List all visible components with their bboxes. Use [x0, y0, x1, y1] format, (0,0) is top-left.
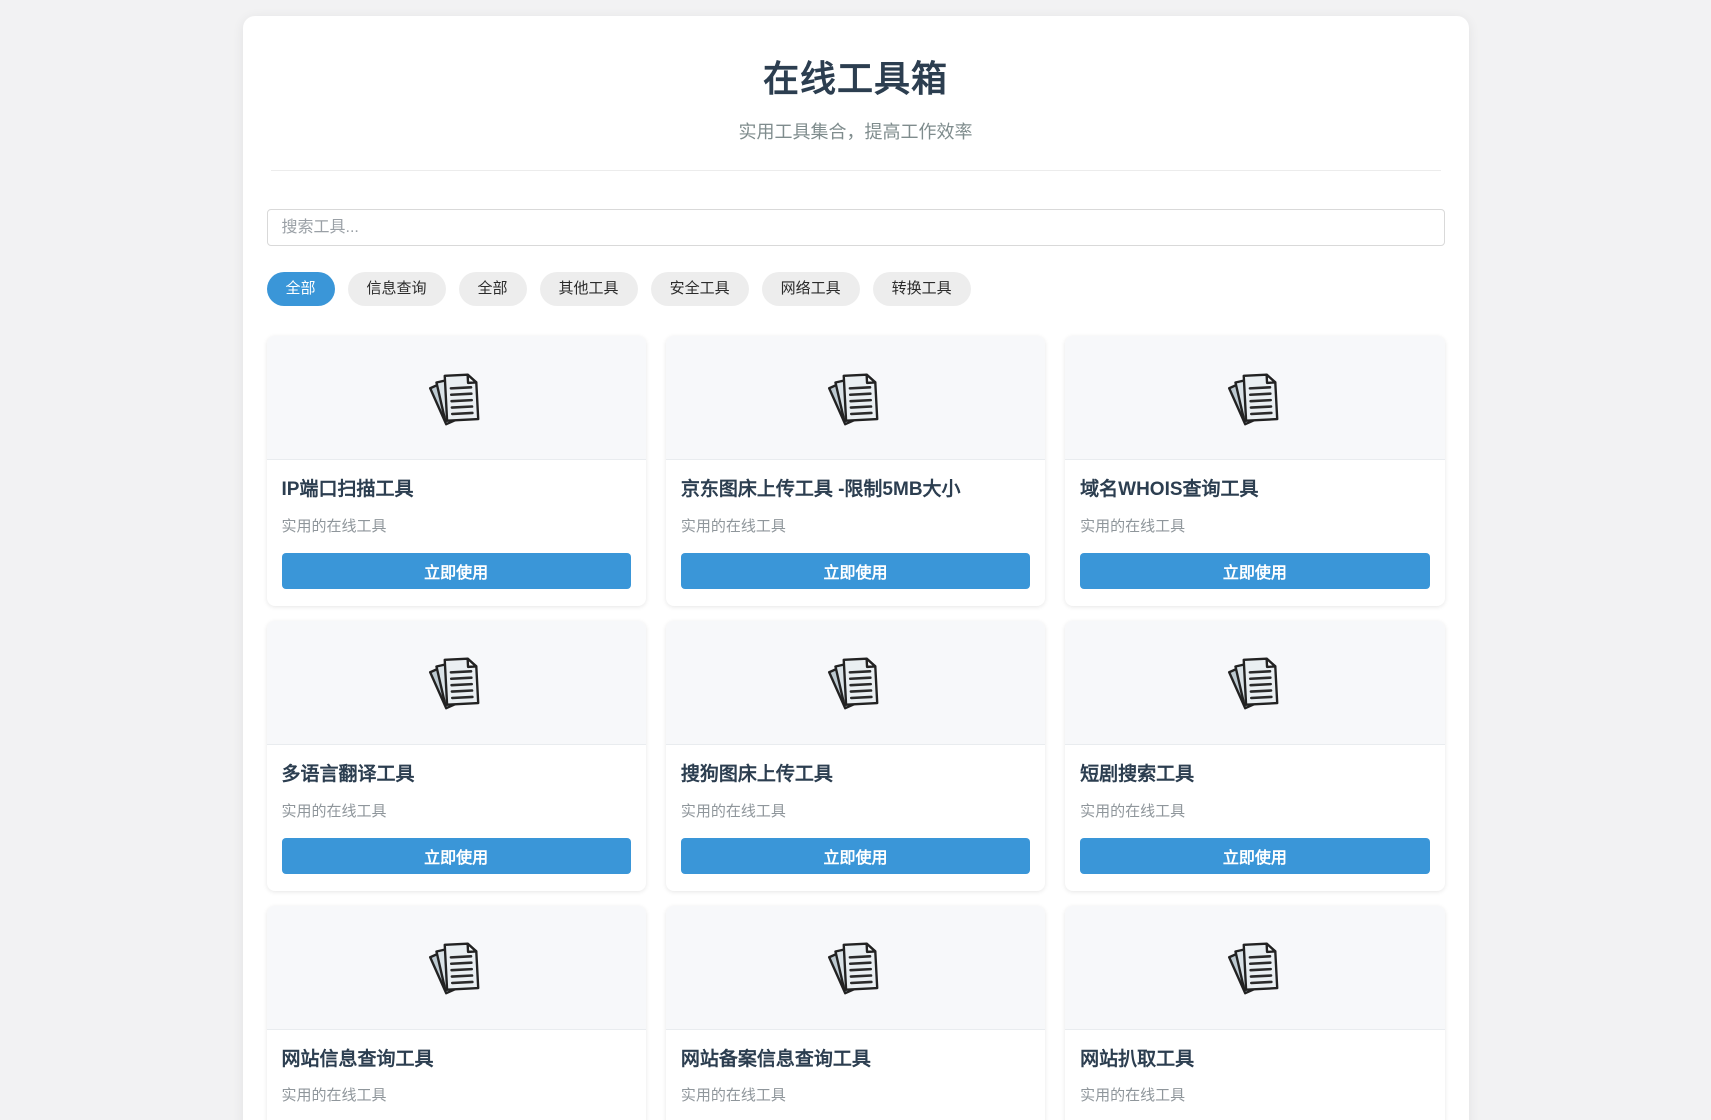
tool-card-multilingual-translate: 多语言翻译工具 实用的在线工具 立即使用	[267, 621, 646, 891]
documents-icon	[423, 649, 489, 715]
card-title: 网站扒取工具	[1080, 1048, 1429, 1072]
filter-pills: 全部 信息查询 全部 其他工具 安全工具 网络工具 转换工具	[267, 272, 1445, 306]
card-title: 网站备案信息查询工具	[681, 1048, 1030, 1072]
main-container: 在线工具箱 实用工具集合，提高工作效率 全部 信息查询 全部 其他工具 安全工具…	[243, 16, 1469, 1120]
card-description: 实用的在线工具	[681, 515, 1030, 536]
card-title: 网站信息查询工具	[282, 1048, 631, 1072]
card-title: 域名WHOIS查询工具	[1080, 478, 1429, 502]
filter-pill-all[interactable]: 全部	[267, 272, 335, 306]
card-description: 实用的在线工具	[282, 800, 631, 821]
documents-icon	[1222, 934, 1288, 1000]
tool-card-sogou-image-upload: 搜狗图床上传工具 实用的在线工具 立即使用	[666, 621, 1045, 891]
filter-pill-convert-tools[interactable]: 转换工具	[873, 272, 971, 306]
tool-card-site-info-lookup: 网站信息查询工具 实用的在线工具 立即使用	[267, 906, 646, 1120]
card-title: 多语言翻译工具	[282, 763, 631, 787]
documents-icon	[822, 365, 888, 431]
filter-pill-all-2[interactable]: 全部	[459, 272, 527, 306]
card-media	[666, 906, 1045, 1030]
card-description: 实用的在线工具	[282, 1084, 631, 1105]
use-now-button[interactable]: 立即使用	[1080, 838, 1429, 874]
use-now-button[interactable]: 立即使用	[681, 838, 1030, 874]
page-subtitle: 实用工具集合，提高工作效率	[267, 118, 1445, 144]
card-media	[1065, 906, 1444, 1030]
tool-card-jd-image-upload: 京东图床上传工具 -限制5MB大小 实用的在线工具 立即使用	[666, 336, 1045, 606]
documents-icon	[1222, 649, 1288, 715]
card-title: 搜狗图床上传工具	[681, 763, 1030, 787]
card-description: 实用的在线工具	[1080, 800, 1429, 821]
filter-pill-network-tools[interactable]: 网络工具	[762, 272, 860, 306]
use-now-button[interactable]: 立即使用	[1080, 553, 1429, 589]
filter-pill-info-query[interactable]: 信息查询	[348, 272, 446, 306]
page-title: 在线工具箱	[267, 50, 1445, 102]
card-title: 短剧搜索工具	[1080, 763, 1429, 787]
card-media	[1065, 336, 1444, 460]
documents-icon	[423, 365, 489, 431]
tool-card-icp-record-lookup: 网站备案信息查询工具 实用的在线工具 立即使用	[666, 906, 1045, 1120]
card-description: 实用的在线工具	[1080, 1084, 1429, 1105]
filter-pill-other-tools[interactable]: 其他工具	[540, 272, 638, 306]
card-media	[666, 621, 1045, 745]
card-description: 实用的在线工具	[681, 800, 1030, 821]
tools-grid: IP端口扫描工具 实用的在线工具 立即使用 京东图床上传工具 -限制5MB大小 …	[267, 336, 1445, 1120]
card-media	[267, 906, 646, 1030]
tool-card-short-drama-search: 短剧搜索工具 实用的在线工具 立即使用	[1065, 621, 1444, 891]
search-input[interactable]	[267, 209, 1445, 246]
documents-icon	[423, 934, 489, 1000]
tool-card-ip-port-scan: IP端口扫描工具 实用的在线工具 立即使用	[267, 336, 646, 606]
tool-card-site-scraper: 网站扒取工具 实用的在线工具 立即使用	[1065, 906, 1444, 1120]
documents-icon	[1222, 365, 1288, 431]
use-now-button[interactable]: 立即使用	[681, 553, 1030, 589]
header-divider	[271, 170, 1441, 171]
filter-pill-security-tools[interactable]: 安全工具	[651, 272, 749, 306]
use-now-button[interactable]: 立即使用	[282, 553, 631, 589]
tool-card-whois-lookup: 域名WHOIS查询工具 实用的在线工具 立即使用	[1065, 336, 1444, 606]
search-bar	[267, 209, 1445, 246]
page-header: 在线工具箱 实用工具集合，提高工作效率	[267, 50, 1445, 171]
card-media	[267, 336, 646, 460]
card-description: 实用的在线工具	[282, 515, 631, 536]
card-description: 实用的在线工具	[1080, 515, 1429, 536]
card-description: 实用的在线工具	[681, 1084, 1030, 1105]
card-title: 京东图床上传工具 -限制5MB大小	[681, 478, 1030, 502]
documents-icon	[822, 934, 888, 1000]
documents-icon	[822, 649, 888, 715]
use-now-button[interactable]: 立即使用	[282, 838, 631, 874]
card-media	[1065, 621, 1444, 745]
card-media	[267, 621, 646, 745]
card-title: IP端口扫描工具	[282, 478, 631, 502]
card-media	[666, 336, 1045, 460]
